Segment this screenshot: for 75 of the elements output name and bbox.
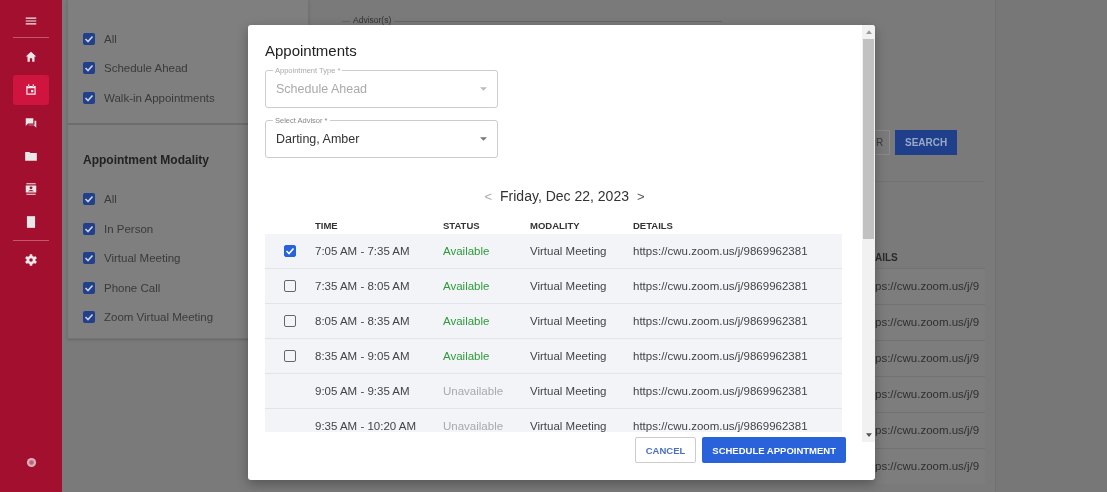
table-cell-text: 9:35 AM - 10:20 AM [315, 420, 417, 432]
contact-icon [24, 182, 38, 196]
column-header: MODALITY [530, 219, 581, 231]
checkbox-label: All [104, 193, 117, 206]
status-text: Available [443, 350, 491, 362]
status-text: Available [443, 315, 491, 327]
checkbox-label: Phone Call [104, 281, 161, 294]
schedule-appointment-button[interactable]: SCHEDULE APPOINTMENT [702, 437, 846, 463]
table-cell-text: 9:05 AM - 9:35 AM [315, 385, 411, 397]
table-cell-text: Virtual Meeting [530, 350, 608, 362]
status-text: Available [443, 245, 491, 257]
next-day-button[interactable]: > [636, 188, 645, 204]
table-cell-text: 8:35 AM - 9:05 AM [315, 350, 411, 362]
caret-icon [480, 87, 487, 91]
table-cell-text: Virtual Meeting [530, 315, 608, 327]
table-row[interactable]: 7:35 AM - 8:05 AM Available Virtual Meeting https://cwu.zoom.us/j/9869962381 [265, 269, 842, 304]
checkbox-label: Zoom Virtual Meeting [104, 311, 214, 324]
checkbox-label: In Person [104, 222, 154, 235]
table-cell-text: 8:05 AM - 8:35 AM [315, 315, 411, 327]
checkbox-label: Virtual Meeting [104, 252, 181, 265]
meeting-link[interactable]: https://cwu.zoom.us/j/9869962381 [633, 245, 842, 257]
date-label: Friday, Dec 22, 2023 [500, 188, 629, 204]
table-cell-text: Virtual Meeting [530, 385, 608, 397]
checkbox[interactable] [83, 193, 95, 206]
scroll-down-icon[interactable] [865, 433, 872, 437]
status-text: Unavailable [443, 420, 505, 432]
meeting-link[interactable]: https://cwu.zoom.us/j/9869962381 [633, 280, 842, 292]
filter-group-title: Appointment Modality [83, 152, 210, 167]
caret-icon [480, 137, 487, 141]
checkbox[interactable] [284, 245, 296, 257]
checkbox[interactable] [83, 32, 95, 45]
calendar-icon [24, 83, 38, 97]
table-cell-text: Virtual Meeting [530, 280, 608, 292]
chat-icon [24, 116, 38, 130]
table-row[interactable]: 9:35 AM - 10:20 AM Unavailable Virtual Meeting https://cwu.zoom.us/j/9869962381 [265, 409, 842, 432]
meeting-link[interactable]: https://cwu.zoom.us/j/9869962381 [633, 385, 842, 397]
table-cell-text: 7:05 AM - 7:35 AM [315, 245, 411, 257]
meeting-link[interactable]: https://cwu.zoom.us/j/9869962381 [633, 350, 842, 362]
cancel-button[interactable]: CANCEL [634, 437, 697, 463]
table-row[interactable]: 8:05 AM - 8:35 AM Available Virtual Meeting https://cwu.zoom.us/j/9869962381 [265, 304, 842, 339]
checkbox[interactable] [83, 91, 95, 104]
checkbox[interactable] [284, 280, 296, 292]
table-row[interactable]: 8:35 AM - 9:05 AM Available Virtual Meeting https://cwu.zoom.us/j/9869962381 [265, 339, 842, 374]
table-row[interactable]: 9:05 AM - 9:35 AM Unavailable Virtual Meeting https://cwu.zoom.us/j/9869962381 [265, 374, 842, 409]
search-button[interactable]: SEARCH [895, 130, 958, 155]
meeting-link[interactable]: https://cwu.zoom.us/j/9869962381 [633, 420, 842, 432]
dialog-title: Appointments [265, 42, 358, 59]
checkbox[interactable] [83, 311, 95, 324]
status-text: Available [443, 280, 491, 292]
checkbox[interactable] [83, 252, 95, 265]
column-header: DETAILS [633, 219, 674, 231]
scrollbar[interactable] [862, 25, 875, 442]
folder-icon [24, 149, 38, 163]
settings-icon [24, 253, 38, 267]
nav-item[interactable] [13, 75, 49, 105]
table-row[interactable]: 7:05 AM - 7:35 AM Available Virtual Meeting https://cwu.zoom.us/j/9869962381 [265, 234, 842, 269]
scrollbar-thumb[interactable] [863, 39, 874, 239]
checkbox[interactable] [83, 281, 95, 294]
checkbox-label: Walk-in Appointments [104, 91, 215, 104]
checkbox[interactable] [284, 350, 296, 362]
home-icon [24, 50, 38, 64]
meeting-link[interactable]: https://cwu.zoom.us/j/9869962381 [633, 315, 842, 327]
column-header: AILS [875, 252, 899, 265]
checkbox-label: All [104, 32, 117, 45]
column-header: TIME [315, 219, 339, 231]
checkbox-label: Schedule Ahead [104, 62, 188, 75]
checkbox[interactable] [284, 315, 296, 327]
checkbox[interactable] [83, 62, 95, 75]
table-cell-text: Virtual Meeting [530, 420, 608, 432]
column-header: STATUS [443, 219, 481, 231]
table-cell-text: Virtual Meeting [530, 245, 608, 257]
avatar-icon[interactable] [25, 457, 37, 468]
checkbox[interactable] [83, 222, 95, 235]
table-cell-text: 7:35 AM - 8:05 AM [315, 280, 411, 292]
status-text: Unavailable [443, 385, 505, 397]
